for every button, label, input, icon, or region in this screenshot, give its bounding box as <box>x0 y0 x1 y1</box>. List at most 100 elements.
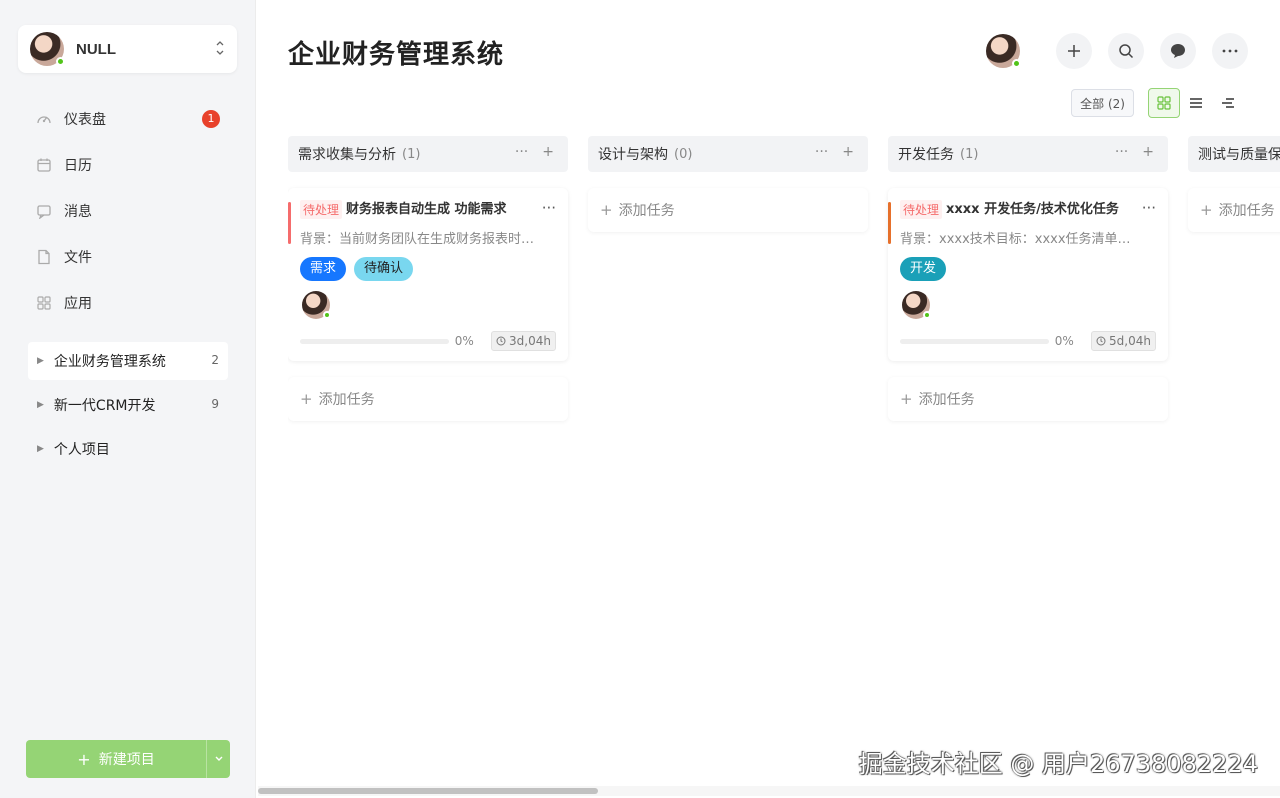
progress-bar <box>300 338 449 344</box>
page-title: 企业财务管理系统 <box>288 40 505 70</box>
project-item[interactable]: ▶ 个人项目 <box>28 430 228 468</box>
add-task-button[interactable]: + 添加任务 <box>288 377 568 421</box>
list-view-button[interactable] <box>1180 88 1212 118</box>
column-more-icon[interactable]: ··· <box>815 144 828 160</box>
sidebar: NULL 仪表盘 1 日历 消息 文件 应用 ▶ 企业财务管理系统 2 ▶ 新一… <box>0 0 256 798</box>
column-more-icon[interactable]: ··· <box>1115 144 1128 160</box>
header-actions <box>986 33 1248 69</box>
task-card[interactable]: 待处理 xxxx 开发任务/技术优化任务 ··· 背景：xxxx技术目标：xxx… <box>888 188 1168 361</box>
caret-right-icon: ▶ <box>37 444 44 454</box>
plus-icon: + <box>77 749 91 769</box>
column-count: (0) <box>674 146 693 162</box>
column-header: 需求收集与分析 (1) ··· + <box>288 136 568 172</box>
task-title: 财务报表自动生成 功能需求 <box>346 202 507 217</box>
project-label: 个人项目 <box>53 442 110 458</box>
grid-icon <box>1157 96 1171 110</box>
column-add-icon[interactable]: + <box>542 144 554 160</box>
add-task-button[interactable]: + 添加任务 <box>888 377 1168 421</box>
project-label: 企业财务管理系统 <box>53 354 166 370</box>
column-header: 开发任务 (1) ··· + <box>888 136 1168 172</box>
gantt-view-button[interactable] <box>1212 88 1244 118</box>
watermark: 掘金技术社区 @ 用户26738082224 <box>858 750 1258 778</box>
add-task-label: 添加任务 <box>1218 203 1275 219</box>
duration-badge: 5d,04h <box>1091 331 1156 351</box>
apps-icon <box>37 296 51 310</box>
member-avatar[interactable] <box>986 34 1021 68</box>
task-card[interactable]: 待处理 财务报表自动生成 功能需求 ··· 背景：当前财务团队在生成财务报表时…… <box>288 188 568 361</box>
nav-item-label: 消息 <box>64 204 92 220</box>
nav-item-apps[interactable]: 应用 <box>28 280 228 326</box>
card-more-icon[interactable]: ··· <box>1142 199 1156 217</box>
project-item[interactable]: ▶ 新一代CRM开发 9 <box>28 386 228 424</box>
column-count: (1) <box>960 146 979 162</box>
filter-button[interactable]: 全部 (2) <box>1071 89 1134 117</box>
progress-label: 0% <box>454 334 474 348</box>
message-icon <box>37 205 51 219</box>
column-title: 设计与架构 <box>598 147 668 163</box>
board-view-button[interactable] <box>1148 88 1180 118</box>
card-more-icon[interactable]: ··· <box>542 199 556 217</box>
project-label: 新一代CRM开发 <box>53 398 156 414</box>
add-task-button[interactable]: + 添加任务 <box>1188 188 1280 232</box>
nav-item-files[interactable]: 文件 <box>28 234 228 280</box>
list-icon <box>1190 98 1202 108</box>
column-title: 开发任务 <box>898 147 954 163</box>
new-project-dropdown-button[interactable] <box>206 740 230 778</box>
chat-icon <box>1171 44 1185 58</box>
view-toolbar: 全部 (2) <box>1071 88 1244 118</box>
tag-pill: 待确认 <box>354 257 414 281</box>
user-avatar <box>30 32 65 66</box>
duration-badge: 3d,04h <box>491 331 556 351</box>
project-item[interactable]: ▶ 企业财务管理系统 2 <box>28 342 228 380</box>
kanban-board: 需求收集与分析 (1) ··· + 待处理 财务报表自动生成 功能需求 ··· … <box>288 136 1280 776</box>
column-add-icon[interactable]: + <box>1142 144 1154 160</box>
tag-pill: 需求 <box>300 257 347 281</box>
more-button[interactable] <box>1212 33 1248 69</box>
add-task-label: 添加任务 <box>918 392 975 408</box>
project-count: 9 <box>211 397 219 411</box>
task-description: 背景：当前财务团队在生成财务报表时… <box>300 232 535 247</box>
chevron-updown-icon <box>215 39 225 59</box>
new-project-label: 新建项目 <box>98 752 155 768</box>
nav-item-label: 应用 <box>64 296 92 312</box>
dashboard-icon <box>37 116 51 124</box>
assignee-avatar[interactable] <box>902 291 931 319</box>
column-title: 需求收集与分析 <box>298 147 396 163</box>
add-task-button[interactable]: + 添加任务 <box>588 188 868 232</box>
new-project-group: + 新建项目 <box>26 740 230 778</box>
user-name: NULL <box>76 40 116 58</box>
horizontal-scrollbar[interactable] <box>258 786 1280 796</box>
plus-icon: + <box>300 390 313 408</box>
caret-right-icon: ▶ <box>37 356 44 366</box>
column-count: (1) <box>402 146 421 162</box>
main-nav: 仪表盘 1 日历 消息 文件 应用 <box>28 96 228 326</box>
column-header: 测试与质量保 <box>1188 136 1280 172</box>
column-title: 测试与质量保 <box>1198 147 1280 163</box>
online-status-dot <box>56 57 65 66</box>
column-header: 设计与架构 (0) ··· + <box>588 136 868 172</box>
plus-icon: + <box>1200 201 1213 219</box>
online-status-dot <box>1012 59 1021 68</box>
add-button[interactable] <box>1056 33 1092 69</box>
user-switcher[interactable]: NULL <box>18 25 237 73</box>
nav-item-dashboard[interactable]: 仪表盘 1 <box>28 96 228 142</box>
column-more-icon[interactable]: ··· <box>515 144 528 160</box>
search-button[interactable] <box>1108 33 1144 69</box>
online-status-dot <box>923 311 931 319</box>
task-title: xxxx 开发任务/技术优化任务 <box>946 202 1119 217</box>
nav-item-label: 仪表盘 <box>64 112 106 128</box>
calendar-icon <box>37 158 51 172</box>
nav-item-calendar[interactable]: 日历 <box>28 142 228 188</box>
tag-pill: 开发 <box>900 257 947 281</box>
project-count: 2 <box>211 353 219 367</box>
status-badge: 待处理 <box>300 200 343 219</box>
new-project-button[interactable]: + 新建项目 <box>26 740 206 778</box>
scrollbar-thumb[interactable] <box>258 788 598 794</box>
clock-icon <box>1096 336 1106 346</box>
chat-button[interactable] <box>1160 33 1196 69</box>
nav-item-messages[interactable]: 消息 <box>28 188 228 234</box>
column-add-icon[interactable]: + <box>842 144 854 160</box>
column-testing: 测试与质量保 + 添加任务 <box>1188 136 1280 232</box>
assignee-avatar[interactable] <box>302 291 331 319</box>
project-list: ▶ 企业财务管理系统 2 ▶ 新一代CRM开发 9 ▶ 个人项目 <box>28 342 228 474</box>
